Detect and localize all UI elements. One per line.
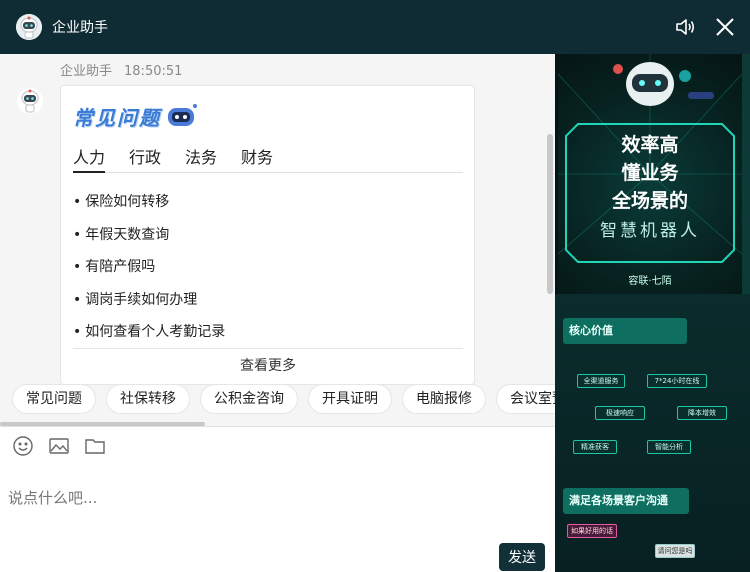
tab-legal[interactable]: 法务 (185, 142, 217, 173)
promo-chat-bubble: 请问您是吗 (655, 544, 695, 558)
promo-section-scenarios: 满足各场景客户沟通 (563, 488, 689, 514)
promo-headline-3: 全场景的 (611, 190, 688, 212)
promo-details: 核心价值 全渠道服务 7*24小时在线 极速响应 降本增效 精准获客 智能分析 … (555, 294, 750, 572)
quick-reply-chip[interactable]: 会议室预定 (496, 384, 555, 414)
promo-headline-1: 效率高 (621, 134, 679, 156)
promo-subline: 智慧机器人 (600, 221, 700, 241)
quick-reply-chip[interactable]: 社保转移 (106, 384, 190, 414)
faq-heading: 常见问题 (73, 105, 161, 130)
promo-headline-2: 懂业务 (621, 162, 679, 184)
quick-reply-chip[interactable]: 开具证明 (308, 384, 392, 414)
composer: 发送 (0, 426, 555, 572)
faq-question[interactable]: 保险如何转移 (73, 186, 463, 219)
emoji-icon[interactable] (12, 435, 34, 457)
image-icon[interactable] (48, 435, 70, 457)
promo-banner: 效率高 懂业务 全场景的 智慧机器人 容联·七陌 (557, 54, 743, 294)
faq-question[interactable]: 有陪产假吗 (73, 251, 463, 284)
header-title: 企业助手 (52, 20, 108, 36)
promo-feature: 精准获客 (573, 440, 617, 454)
promo-feature: 降本增效 (677, 406, 727, 420)
tab-finance[interactable]: 财务 (241, 142, 273, 173)
promo-feature: 全渠道服务 (577, 374, 625, 388)
send-button[interactable]: 发送 (499, 543, 545, 571)
quick-reply-bar: 常见问题 社保转移 公积金咨询 开具证明 电脑报修 会议室预定 (0, 384, 555, 424)
promo-feature: 智能分析 (647, 440, 691, 454)
message-input[interactable] (8, 463, 538, 533)
promo-brand: 容联·七陌 (628, 276, 672, 287)
chat-scrollbar[interactable] (547, 134, 553, 294)
promo-tag: 如果好用的话 (567, 524, 617, 538)
quick-reply-chip[interactable]: 常见问题 (12, 384, 96, 414)
promo-feature: 极速响应 (595, 406, 645, 420)
faq-header: 常见问题 (73, 98, 199, 134)
chat-panel: 企业助手 18:50:51 常见问题 人力 行政 法务 财务 • 保险如何转移 … (0, 54, 555, 572)
promo-section-core: 核心价值 (563, 318, 687, 344)
faq-card: 常见问题 人力 行政 法务 财务 保险如何转移 年假天数查询 有陪产假吗 调岗手… (60, 85, 475, 385)
faq-tabs: 人力 行政 法务 财务 (73, 142, 463, 173)
close-icon[interactable] (714, 16, 736, 38)
composer-toolbar (12, 435, 106, 457)
assistant-logo-icon (16, 14, 42, 40)
faq-question-list: 保险如何转移 年假天数查询 有陪产假吗 调岗手续如何办理 如何查看个人考勤记录 (73, 186, 463, 349)
faq-robot-icon (168, 104, 197, 126)
folder-icon[interactable] (84, 435, 106, 457)
faq-question[interactable]: 如何查看个人考勤记录 (73, 316, 463, 349)
speaker-icon[interactable] (674, 16, 696, 38)
tab-admin[interactable]: 行政 (129, 142, 161, 173)
quick-reply-chip[interactable]: 公积金咨询 (200, 384, 298, 414)
header-bar: 企业助手 (0, 0, 750, 54)
view-more-link[interactable]: 查看更多 (73, 348, 463, 384)
quick-reply-chip[interactable]: 电脑报修 (402, 384, 486, 414)
promo-feature: 7*24小时在线 (647, 374, 707, 388)
faq-question[interactable]: 调岗手续如何办理 (73, 284, 463, 317)
message-time: 18:50:51 (124, 64, 183, 79)
assistant-avatar (17, 88, 43, 114)
faq-question[interactable]: 年假天数查询 (73, 219, 463, 252)
message-meta: 企业助手 18:50:51 (60, 60, 182, 79)
message-sender: 企业助手 (60, 64, 113, 79)
promo-panel: 效率高 懂业务 全场景的 智慧机器人 容联·七陌 核心价值 全渠道服务 7*24… (555, 54, 750, 572)
tab-hr[interactable]: 人力 (73, 142, 106, 173)
